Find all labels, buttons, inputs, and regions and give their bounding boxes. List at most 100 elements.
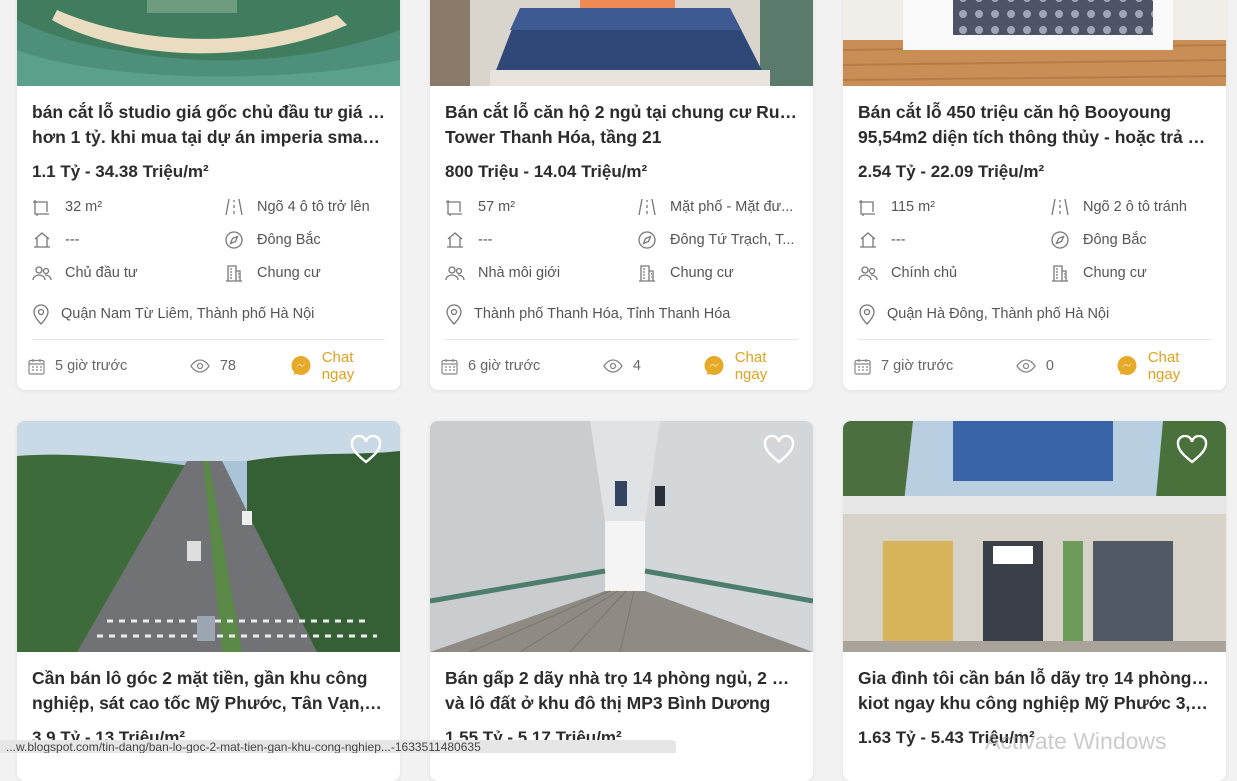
time-text: 7 giờ trước [881,358,954,374]
users-icon [445,265,465,280]
building-icon [639,264,655,282]
listing-title-line[interactable]: kiot ngay khu công nghiệp Mỹ Phước 3, gầ… [858,691,1211,716]
listing-title-line[interactable]: Tower Thanh Hóa, tầng 21 [445,125,798,150]
users-icon [32,265,52,280]
type-value: Chung cư [257,264,321,281]
listing-title-line[interactable]: hơn 1 tỷ. khi mua tại dự án imperia smar… [32,125,385,150]
listing-title-line[interactable]: 95,54m2 diện tích thông thủy - hoặc trả … [858,125,1211,150]
floors-attribute: --- [445,229,637,250]
area-icon [33,199,49,216]
location-text: Thành phố Thanh Hóa, Tỉnh Thanh Hóa [474,306,731,322]
favorite-heart-icon[interactable] [1176,435,1208,465]
map-pin-icon [446,304,462,325]
favorite-heart-icon[interactable] [763,435,795,465]
listing-title-line[interactable]: Bán cắt lỗ 450 triệu căn hộ Booyoung [858,100,1211,125]
listing-title[interactable]: Bán gấp 2 dãy nhà trọ 14 phòng ngủ, 2 ki… [445,666,798,716]
floors-value: --- [891,231,906,248]
calendar-icon [441,358,458,375]
road-icon [1051,198,1069,215]
view-count: 78 [190,358,290,374]
listing-photo[interactable] [843,421,1226,652]
area-value: 32 m² [65,198,103,215]
floors-attribute: --- [32,229,224,250]
area-icon [446,199,462,216]
type-attribute: Chung cư [1050,262,1210,283]
direction-attribute: Đông Tứ Trạch, T... [637,229,797,250]
listing-title[interactable]: Bán cắt lỗ căn hộ 2 ngủ tại chung cư RuB… [445,100,798,150]
listing-price: 800 Triệu - 14.04 Triệu/m² [445,162,648,181]
building-icon [226,264,242,282]
listing-photo[interactable] [843,0,1226,86]
house-icon [34,231,50,248]
listing-card[interactable]: Bán cắt lỗ 450 triệu căn hộ Booyoung 95,… [843,0,1226,390]
listing-location: Quận Nam Từ Liêm, Thành phố Hà Nội [32,303,385,340]
listing-title-line[interactable]: Cần bán lô góc 2 mặt tiền, gần khu công [32,666,385,691]
listing-title-line[interactable]: và lô đất ở khu đô thị MP3 Bình Dương [445,691,798,716]
road-icon [225,198,243,215]
calendar-icon [854,358,871,375]
seller-attribute: Chủ đầu tư [32,262,224,283]
type-attribute: Chung cư [637,262,797,283]
chat-now-button[interactable]: Chat ngay [703,349,803,383]
listing-title[interactable]: Cần bán lô góc 2 mặt tiền, gần khu công … [32,666,385,716]
seller-value: Nhà môi giới [478,264,561,281]
direction-attribute: Đông Bắc [224,229,384,250]
compass-icon [1051,230,1069,249]
listing-card[interactable]: Gia đình tôi cần bán lỗ dãy trọ 14 phòng… [843,421,1226,781]
road-attribute: Mặt phố - Mặt đư... [637,196,797,217]
chat-icon [704,356,724,375]
seller-value: Chủ đầu tư [65,264,138,281]
view-count: 4 [603,358,703,374]
chat-now-button[interactable]: Chat ngay [1116,349,1216,383]
road-attribute: Ngõ 2 ô tô tránh [1050,196,1210,217]
time-text: 5 giờ trước [55,358,128,374]
eye-icon [1016,359,1036,373]
posted-time: 6 giờ trước [441,358,603,375]
seller-attribute: Nhà môi giới [445,262,637,283]
calendar-icon [28,358,45,375]
chat-label[interactable]: Chat ngay [1148,349,1216,383]
listing-price: 2.54 Tỷ - 22.09 Triệu/m² [858,162,1045,181]
posted-time: 7 giờ trước [854,358,1016,375]
listing-title[interactable]: bán cắt lỗ studio giá gốc chủ đầu tư giá… [32,100,385,150]
road-icon [638,198,656,215]
chat-label[interactable]: Chat ngay [322,349,390,383]
listing-photo[interactable] [430,0,813,86]
browser-status-url: ...w.blogspot.com/tin-dang/ban-lo-goc-2-… [0,740,676,753]
chat-now-button[interactable]: Chat ngay [290,349,390,383]
listing-title[interactable]: Bán cắt lỗ 450 triệu căn hộ Booyoung 95,… [858,100,1211,150]
listing-card[interactable]: bán cắt lỗ studio giá gốc chủ đầu tư giá… [17,0,400,390]
listing-title-line[interactable]: Gia đình tôi cần bán lỗ dãy trọ 14 phòng… [858,666,1211,691]
road-value: Ngõ 2 ô tô tránh [1083,198,1187,215]
listing-photo[interactable] [17,421,400,652]
listing-card[interactable]: Bán gấp 2 dãy nhà trọ 14 phòng ngủ, 2 ki… [430,421,813,781]
chat-icon [291,356,311,375]
listing-title-line[interactable]: bán cắt lỗ studio giá gốc chủ đầu tư giá… [32,100,385,125]
direction-value: Đông Bắc [257,231,321,248]
users-icon [858,265,878,280]
area-attribute: 32 m² [32,196,224,217]
listing-photo[interactable] [17,0,400,86]
location-text: Quận Nam Từ Liêm, Thành phố Hà Nội [61,306,315,322]
listing-card[interactable]: Bán cắt lỗ căn hộ 2 ngủ tại chung cư RuB… [430,0,813,390]
chat-label[interactable]: Chat ngay [735,349,803,383]
listing-title-line[interactable]: Bán gấp 2 dãy nhà trọ 14 phòng ngủ, 2 ki… [445,666,798,691]
building-icon [1052,264,1068,282]
favorite-heart-icon[interactable] [350,435,382,465]
house-icon [860,231,876,248]
listing-location: Quận Hà Đông, Thành phố Hà Nội [858,303,1211,340]
type-value: Chung cư [1083,264,1147,281]
listing-title-line[interactable]: nghiệp, sát cao tốc Mỹ Phước, Tân Vạn, g… [32,691,385,716]
area-attribute: 115 m² [858,196,1050,217]
listing-location: Thành phố Thanh Hóa, Tỉnh Thanh Hóa [445,303,798,340]
view-count: 0 [1016,358,1116,374]
listing-title-line[interactable]: Bán cắt lỗ căn hộ 2 ngủ tại chung cư RuB… [445,100,798,125]
type-value: Chung cư [670,264,734,281]
area-attribute: 57 m² [445,196,637,217]
chat-icon [1117,356,1137,375]
location-text: Quận Hà Đông, Thành phố Hà Nội [887,306,1110,322]
listing-card[interactable]: Cần bán lô góc 2 mặt tiền, gần khu công … [17,421,400,781]
listing-title[interactable]: Gia đình tôi cần bán lỗ dãy trọ 14 phòng… [858,666,1211,716]
road-value: Mặt phố - Mặt đư... [670,198,794,215]
listing-photo[interactable] [430,421,813,652]
